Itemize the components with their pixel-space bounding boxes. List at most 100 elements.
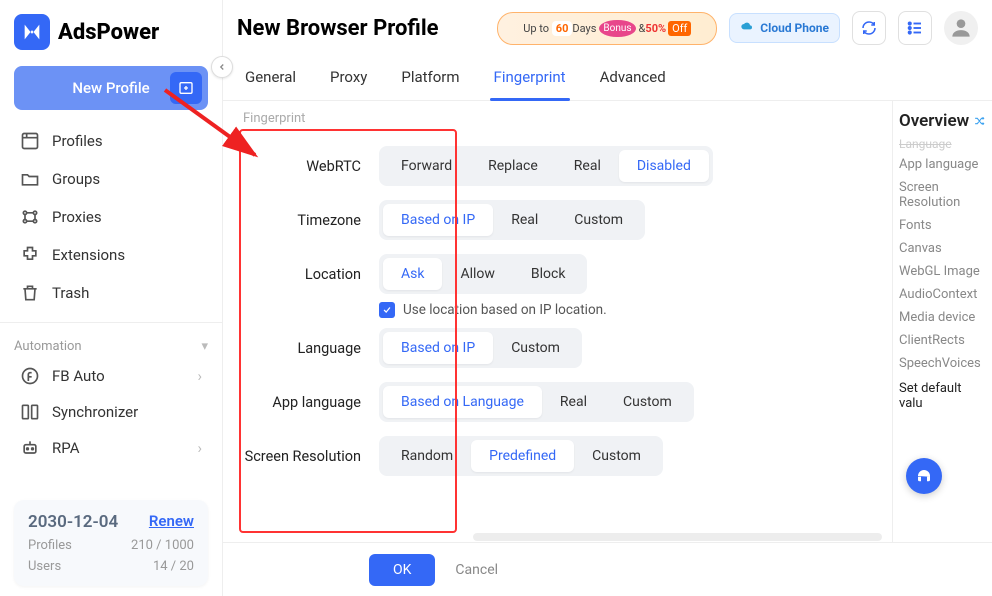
setting-row-screen-res: Screen Resolution Random Predefined Cust… bbox=[243, 436, 872, 476]
setting-label: App language bbox=[243, 394, 361, 411]
auto-item-rpa[interactable]: RPA › bbox=[0, 430, 222, 466]
sidebar-item-proxies[interactable]: Proxies bbox=[0, 198, 222, 236]
nav-label: Profiles bbox=[52, 132, 103, 150]
scrollbar-horizontal[interactable] bbox=[473, 533, 882, 541]
ov-item[interactable]: Media device bbox=[899, 310, 986, 325]
automation-section[interactable]: Automation ▾ bbox=[0, 329, 222, 358]
users-count: 14 / 20 bbox=[153, 559, 194, 574]
setting-row-location: Location Ask Allow Block bbox=[243, 254, 872, 294]
stats-date: 2030-12-04 bbox=[28, 512, 118, 532]
seg-timezone: Based on IP Real Custom bbox=[379, 200, 645, 240]
seg-app-language: Based on Language Real Custom bbox=[379, 382, 694, 422]
seg-custom[interactable]: Custom bbox=[493, 332, 578, 364]
setting-row-app-language: App language Based on Language Real Cust… bbox=[243, 382, 872, 422]
seg-predefined[interactable]: Predefined bbox=[471, 440, 574, 472]
seg-forward[interactable]: Forward bbox=[383, 150, 470, 182]
nav-label: Extensions bbox=[52, 246, 125, 264]
auto-item-fbauto[interactable]: FB Auto › bbox=[0, 358, 222, 394]
seg-custom[interactable]: Custom bbox=[556, 204, 641, 236]
setting-row-language: Language Based on IP Custom bbox=[243, 328, 872, 368]
tab-advanced[interactable]: Advanced bbox=[596, 56, 670, 100]
renew-link[interactable]: Renew bbox=[149, 512, 194, 530]
chevron-down-icon: ▾ bbox=[201, 339, 208, 354]
seg-allow[interactable]: Allow bbox=[442, 258, 512, 290]
page-title: New Browser Profile bbox=[237, 16, 439, 41]
seg-real[interactable]: Real bbox=[556, 150, 619, 182]
new-profile-button[interactable]: New Profile bbox=[14, 66, 208, 110]
setting-label: Language bbox=[243, 340, 361, 357]
refresh-button[interactable] bbox=[852, 11, 886, 45]
sidebar-item-extensions[interactable]: Extensions bbox=[0, 236, 222, 274]
seg-ask[interactable]: Ask bbox=[383, 258, 442, 290]
seg-based-lang[interactable]: Based on Language bbox=[383, 386, 542, 418]
ov-item[interactable]: WebGL Image bbox=[899, 264, 986, 279]
nav-label: Trash bbox=[52, 284, 89, 302]
sidebar-item-groups[interactable]: Groups bbox=[0, 160, 222, 198]
ov-item[interactable]: Canvas bbox=[899, 241, 986, 256]
setting-label: WebRTC bbox=[243, 158, 361, 175]
sidebar: AdsPower New Profile Profiles Groups Pro… bbox=[0, 0, 223, 596]
ov-default[interactable]: Set default valu bbox=[899, 381, 986, 411]
cancel-button[interactable]: Cancel bbox=[455, 562, 498, 578]
seg-disabled[interactable]: Disabled bbox=[619, 150, 709, 182]
main: New Browser Profile Up to 60 Days Bonus … bbox=[223, 0, 992, 596]
seg-based-ip[interactable]: Based on IP bbox=[383, 332, 493, 364]
seg-real[interactable]: Real bbox=[493, 204, 556, 236]
ov-item[interactable]: App language bbox=[899, 157, 986, 172]
setting-label: Screen Resolution bbox=[243, 448, 361, 465]
seg-real[interactable]: Real bbox=[542, 386, 605, 418]
seg-random[interactable]: Random bbox=[383, 440, 471, 472]
seg-webrtc: Forward Replace Real Disabled bbox=[379, 146, 713, 186]
sidebar-item-profiles[interactable]: Profiles bbox=[0, 122, 222, 160]
ov-item[interactable]: AudioContext bbox=[899, 287, 986, 302]
cloud-phone-button[interactable]: Cloud Phone bbox=[729, 13, 840, 43]
seg-replace[interactable]: Replace bbox=[470, 150, 556, 182]
tab-general[interactable]: General bbox=[241, 56, 300, 100]
shuffle-icon[interactable] bbox=[973, 113, 986, 129]
location-ip-checkbox-row[interactable]: Use location based on IP location. bbox=[379, 302, 872, 318]
content: Fingerprint WebRTC Forward Replace Real … bbox=[223, 101, 992, 542]
tab-proxy[interactable]: Proxy bbox=[326, 56, 371, 100]
support-button[interactable] bbox=[906, 458, 942, 494]
setting-label: Timezone bbox=[243, 212, 361, 229]
avatar[interactable] bbox=[944, 11, 978, 45]
chevron-right-icon: › bbox=[197, 367, 202, 385]
new-profile-label: New Profile bbox=[72, 79, 149, 97]
ok-button[interactable]: OK bbox=[369, 554, 435, 586]
promo-banner[interactable]: Up to 60 Days Bonus & 50% Off bbox=[497, 12, 717, 45]
brand-name: AdsPower bbox=[58, 20, 159, 45]
ov-item[interactable]: ClientRects bbox=[899, 333, 986, 348]
seg-block[interactable]: Block bbox=[513, 258, 584, 290]
footer: OK Cancel bbox=[223, 542, 992, 596]
tab-platform[interactable]: Platform bbox=[397, 56, 463, 100]
nav-label: Groups bbox=[52, 170, 100, 188]
ov-item[interactable]: SpeechVoices bbox=[899, 356, 986, 371]
chevron-right-icon: › bbox=[197, 439, 202, 457]
settings-column: Fingerprint WebRTC Forward Replace Real … bbox=[223, 101, 892, 542]
stats-card: 2030-12-04 Renew Profiles 210 / 1000 Use… bbox=[14, 500, 208, 586]
nav-label: Proxies bbox=[52, 208, 102, 226]
seg-language: Based on IP Custom bbox=[379, 328, 582, 368]
new-profile-plus-icon[interactable] bbox=[170, 72, 202, 104]
section-subhead: Fingerprint bbox=[243, 109, 872, 132]
seg-custom[interactable]: Custom bbox=[605, 386, 690, 418]
checkbox-icon[interactable] bbox=[379, 302, 395, 318]
profiles-count: 210 / 1000 bbox=[131, 538, 194, 553]
profiles-label: Profiles bbox=[28, 538, 72, 553]
tab-fingerprint[interactable]: Fingerprint bbox=[490, 56, 570, 100]
sidebar-item-trash[interactable]: Trash bbox=[0, 274, 222, 312]
header: New Browser Profile Up to 60 Days Bonus … bbox=[223, 0, 992, 56]
overview-title: Overview bbox=[899, 111, 986, 131]
setting-row-timezone: Timezone Based on IP Real Custom bbox=[243, 200, 872, 240]
nav-list: Profiles Groups Proxies Extensions Trash bbox=[0, 118, 222, 316]
ov-item[interactable]: Screen Resolution bbox=[899, 180, 986, 210]
ov-item[interactable]: Fonts bbox=[899, 218, 986, 233]
auto-item-synchronizer[interactable]: Synchronizer bbox=[0, 394, 222, 430]
list-button[interactable] bbox=[898, 11, 932, 45]
seg-based-ip[interactable]: Based on IP bbox=[383, 204, 493, 236]
setting-row-webrtc: WebRTC Forward Replace Real Disabled bbox=[243, 146, 872, 186]
seg-custom[interactable]: Custom bbox=[574, 440, 659, 472]
users-label: Users bbox=[28, 559, 61, 574]
setting-label: Location bbox=[243, 266, 361, 283]
logo: AdsPower bbox=[0, 0, 222, 60]
